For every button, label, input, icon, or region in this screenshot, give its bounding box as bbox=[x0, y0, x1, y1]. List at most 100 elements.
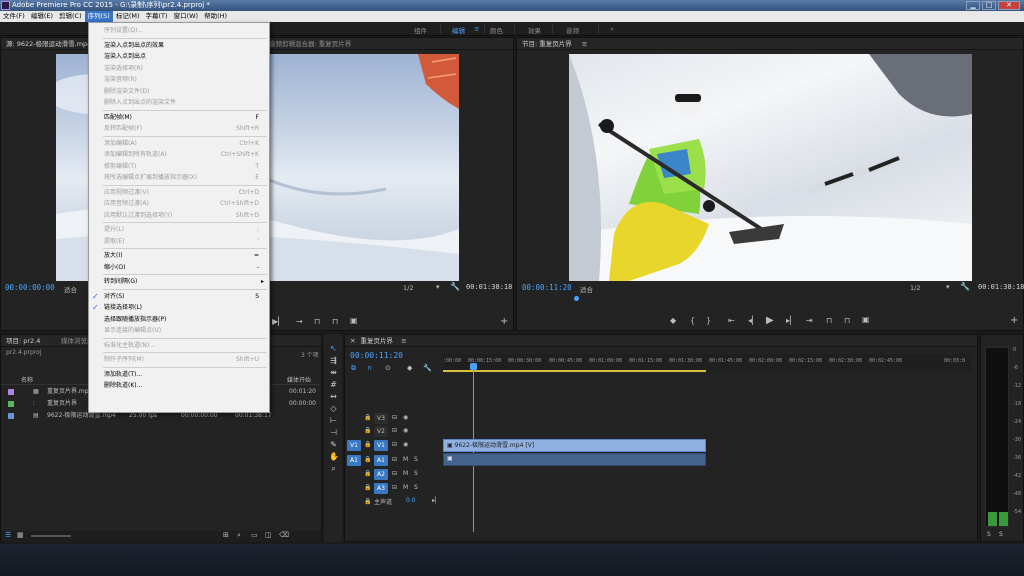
step-back-icon[interactable]: ◂▏ bbox=[748, 316, 758, 325]
source-patch-a1[interactable]: A1 bbox=[347, 455, 361, 466]
program-playhead-icon[interactable] bbox=[574, 296, 579, 301]
track-a2-label[interactable]: A2 bbox=[374, 469, 388, 480]
source-playhead-timecode[interactable]: 00:00:00:00 bbox=[5, 283, 55, 292]
v3-eye-icon[interactable]: ◉ bbox=[403, 414, 408, 421]
sequence-menu-item[interactable]: ✓ 对齐(S) S bbox=[89, 291, 269, 302]
rolling-edit-tool-icon[interactable]: # bbox=[329, 380, 338, 389]
v3-lock-icon[interactable]: 🔒 bbox=[364, 414, 371, 421]
a1-mute-button[interactable]: M bbox=[403, 456, 408, 463]
sequence-menu-item[interactable]: 缩小(O) - bbox=[89, 262, 269, 273]
v1-sync-icon[interactable]: ⊟ bbox=[392, 441, 397, 448]
source-zoom-select[interactable]: 1/2 bbox=[403, 284, 413, 292]
track-a1-label[interactable]: A1 bbox=[374, 455, 388, 466]
v2-sync-icon[interactable]: ⊟ bbox=[392, 427, 397, 434]
sequence-menu-item[interactable]: 转到间隔(G) ▸ bbox=[89, 276, 269, 287]
work-area-bar[interactable] bbox=[443, 370, 706, 372]
solo-right-button[interactable]: S bbox=[999, 531, 1003, 538]
slide-tool-icon[interactable]: ⊣ bbox=[329, 428, 338, 437]
new-bin-icon[interactable]: ▭ bbox=[251, 531, 258, 539]
a2-mute-button[interactable]: M bbox=[403, 470, 408, 477]
icon-view-icon[interactable]: ▦ bbox=[17, 531, 24, 539]
rate-stretch-tool-icon[interactable]: ↔ bbox=[329, 392, 338, 401]
clear-icon[interactable]: ⌫ bbox=[279, 531, 289, 539]
hand-tool-icon[interactable]: ✋ bbox=[329, 452, 339, 461]
a3-lock-icon[interactable]: 🔒 bbox=[364, 484, 371, 491]
a1-solo-button[interactable]: S bbox=[414, 456, 418, 463]
add-marker-timeline-icon[interactable]: ◆ bbox=[407, 364, 412, 372]
lift-icon[interactable]: ⊓ bbox=[826, 316, 832, 325]
menu-clip[interactable]: 剪辑(C) bbox=[56, 11, 85, 22]
mark-in-icon[interactable]: { bbox=[690, 316, 695, 325]
name-column-header[interactable]: 名称 bbox=[21, 375, 33, 384]
audio-clip[interactable]: ▣ bbox=[443, 453, 706, 466]
timeline-sequence-tab[interactable]: 重复页片界 bbox=[361, 337, 394, 345]
menu-title[interactable]: 字幕(T) bbox=[143, 11, 171, 22]
sequence-menu-item[interactable]: 删除轨道(K)... bbox=[89, 380, 269, 391]
automate-icon[interactable]: ⊞ bbox=[223, 531, 229, 539]
go-to-in-icon[interactable]: ⇤ bbox=[728, 316, 735, 325]
menu-edit[interactable]: 编辑(E) bbox=[28, 11, 56, 22]
selection-tool-icon[interactable]: ↖ bbox=[329, 344, 338, 353]
list-view-icon[interactable]: ☰ bbox=[5, 531, 11, 539]
workspace-audio[interactable]: 音频 bbox=[566, 25, 579, 35]
a3-sync-icon[interactable]: ⊟ bbox=[392, 484, 397, 491]
linked-selection-icon[interactable]: ⊙ bbox=[385, 364, 391, 372]
workspace-more-button[interactable]: » bbox=[610, 25, 614, 33]
slip-tool-icon[interactable]: ⊢ bbox=[329, 416, 338, 425]
source-insert-icon[interactable]: ⊓ bbox=[314, 317, 320, 326]
menu-marker[interactable]: 标记(M) bbox=[113, 11, 143, 22]
track-a3-label[interactable]: A3 bbox=[374, 483, 388, 494]
track-v3-label[interactable]: V3 bbox=[374, 413, 388, 424]
maximize-button[interactable]: □ bbox=[982, 1, 996, 10]
sequence-menu-item[interactable]: 放大(I) = bbox=[89, 250, 269, 261]
master-lock-icon[interactable]: 🔒 bbox=[364, 498, 371, 505]
v2-lock-icon[interactable]: 🔒 bbox=[364, 427, 371, 434]
timeline-settings-icon[interactable]: 🔧 bbox=[423, 364, 432, 372]
minimize-button[interactable]: ▁ bbox=[966, 1, 980, 10]
razor-tool-icon[interactable]: ◇ bbox=[329, 404, 338, 413]
workspace-editing[interactable]: 编辑 bbox=[452, 25, 465, 35]
sequence-menu-item[interactable]: 匹配帧(M) F bbox=[89, 112, 269, 123]
nest-toggle-icon[interactable]: ⧉ bbox=[351, 364, 356, 373]
video-clip[interactable]: ▣ 9622-极限运动滑雪.mp4 [V] bbox=[443, 439, 706, 452]
solo-left-button[interactable]: S bbox=[987, 531, 991, 538]
program-add-button-icon[interactable]: + bbox=[1010, 315, 1018, 326]
program-panel-menu-icon[interactable]: ≡ bbox=[582, 40, 587, 48]
source-overwrite-icon[interactable]: ⊓ bbox=[332, 317, 338, 326]
v3-sync-icon[interactable]: ⊟ bbox=[392, 414, 397, 421]
close-button[interactable]: ✕ bbox=[998, 1, 1020, 10]
source-settings-wrench-icon[interactable]: 🔧 bbox=[450, 282, 460, 291]
a3-solo-button[interactable]: S bbox=[414, 484, 418, 491]
source-step-forward-icon[interactable]: ▶▏ bbox=[272, 317, 284, 326]
program-monitor-tab[interactable]: 节目: 重复页片界 bbox=[522, 40, 572, 48]
workspace-assembly[interactable]: 组件 bbox=[414, 25, 427, 35]
sequence-menu-item[interactable]: 渲染入点到出点的效果 bbox=[89, 40, 269, 51]
go-to-out-icon[interactable]: ⇥ bbox=[806, 316, 813, 325]
step-forward-icon[interactable]: ▸▏ bbox=[786, 316, 796, 325]
source-forward-icon[interactable]: → bbox=[296, 317, 303, 326]
find-icon[interactable]: ⌕ bbox=[237, 531, 241, 540]
new-item-icon[interactable]: ◫ bbox=[265, 531, 272, 539]
program-playhead-timecode[interactable]: 00:00:11:20 bbox=[522, 283, 572, 292]
program-video-frame[interactable] bbox=[569, 54, 972, 281]
timeline-playhead-timecode[interactable]: 00:00:11:20 bbox=[350, 351, 403, 360]
a2-solo-button[interactable]: S bbox=[414, 470, 418, 477]
sequence-menu-item[interactable]: 渲染入点到出点 bbox=[89, 51, 269, 62]
a3-mute-button[interactable]: M bbox=[403, 484, 408, 491]
track-v1-label[interactable]: V1 bbox=[374, 440, 388, 451]
sequence-menu-item[interactable]: 添加轨道(T)... bbox=[89, 369, 269, 380]
zoom-slider[interactable] bbox=[31, 535, 71, 537]
workspace-color[interactable]: 颜色 bbox=[490, 25, 503, 35]
export-frame-icon[interactable]: ▣ bbox=[862, 315, 870, 324]
source-add-button-icon[interactable]: + bbox=[500, 316, 508, 327]
program-zoom-select[interactable]: 1/2 bbox=[910, 284, 920, 292]
master-volume-value[interactable]: 0.0 bbox=[406, 497, 416, 504]
timeline-menu-icon[interactable]: ≡ bbox=[401, 337, 406, 345]
source-monitor-tab[interactable]: 源: 9622-极限运动滑雪.mp4 bbox=[6, 40, 91, 48]
play-button-icon[interactable]: ▶ bbox=[766, 315, 774, 326]
track-v2-label[interactable]: V2 bbox=[374, 426, 388, 437]
v1-eye-icon[interactable]: ◉ bbox=[403, 441, 408, 448]
source-dropdown-icon[interactable]: ▾ bbox=[436, 283, 440, 291]
sequence-menu-item[interactable]: 选择跟随播放指示器(P) bbox=[89, 314, 269, 325]
menu-file[interactable]: 文件(F) bbox=[0, 11, 28, 22]
